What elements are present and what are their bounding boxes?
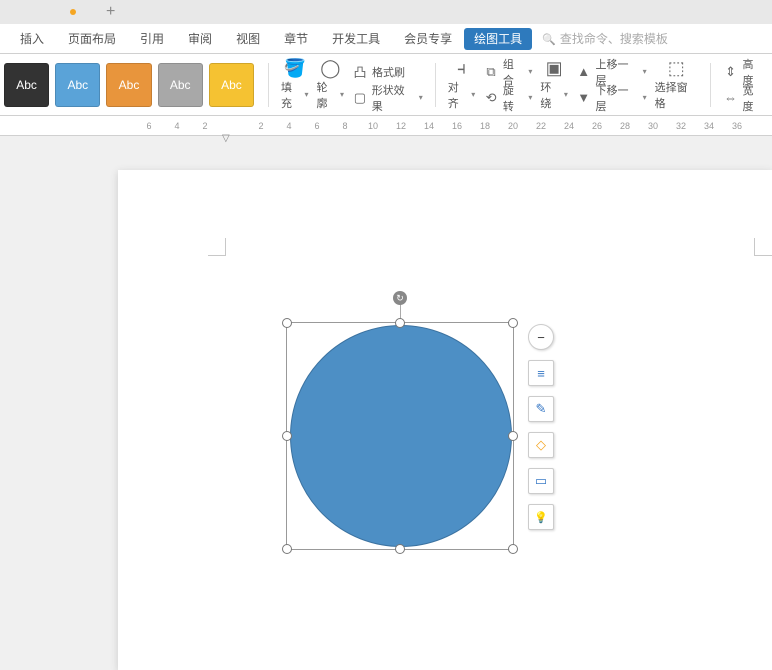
watermark: Baidu 經驗 jingyan.baidu.com [665, 578, 755, 626]
workspace[interactable]: ▽ ↻ − ≡ ✎ ◇ ▭ 💡 [0, 136, 772, 634]
float-edit-button[interactable]: ✎ [528, 396, 554, 422]
margin-corner-tr [754, 238, 772, 256]
separator [268, 63, 269, 107]
menu-chapter[interactable]: 章节 [272, 24, 320, 54]
width-field[interactable]: ⇔ 宽度 [723, 88, 764, 108]
shape-effects-button[interactable]: ▢ 形状效果▾ [352, 88, 423, 108]
resize-handle-mr[interactable] [508, 431, 518, 441]
wrap-icon: ▣ [546, 58, 563, 79]
separator [435, 63, 436, 107]
selection-pane-icon: ⬚ [668, 58, 685, 79]
separator [710, 63, 711, 107]
group-icon: ⧉ [483, 64, 499, 80]
menu-view[interactable]: 视图 [224, 24, 272, 54]
height-field[interactable]: ⇕ 高度 [723, 62, 764, 82]
unsaved-dot-icon [70, 9, 76, 15]
shape-style-blue[interactable]: Abc [55, 63, 100, 107]
float-tips-button[interactable]: 💡 [528, 504, 554, 530]
shape-style-gray[interactable]: Abc [158, 63, 203, 107]
align-button[interactable]: ⫞ 对齐▾ [444, 59, 480, 111]
group-button[interactable]: ⧉ 组合▾ [483, 62, 532, 82]
margin-corner-tl [208, 238, 226, 256]
outline-button[interactable]: ◯ 轮廓▾ [313, 59, 349, 111]
resize-handle-bc[interactable] [395, 544, 405, 554]
tab-bar: + [0, 0, 772, 24]
format-painter-button[interactable]: 凸 格式刷 [352, 62, 423, 82]
rotate-icon: ⟲ [483, 90, 499, 106]
outline-icon: ◯ [320, 58, 340, 79]
resize-handle-tl[interactable] [282, 318, 292, 328]
menu-page-layout[interactable]: 页面布局 [56, 24, 128, 54]
float-collapse-button[interactable]: − [528, 324, 554, 350]
width-icon: ⇔ [723, 90, 739, 105]
search-icon [542, 32, 556, 46]
selection-rectangle[interactable]: ↻ [286, 322, 514, 550]
send-backward-button[interactable]: ▼ 下移一层▾ [576, 88, 647, 108]
rotate-button[interactable]: ⟲ 旋转▾ [483, 88, 532, 108]
fill-button[interactable]: 🪣 填充▾ [277, 59, 313, 111]
float-outline-button[interactable]: ◇ [528, 432, 554, 458]
format-painter-icon: 凸 [352, 62, 368, 81]
menu-dev-tools[interactable]: 开发工具 [320, 24, 392, 54]
wrap-button[interactable]: ▣ 环绕▾ [536, 59, 572, 111]
horizontal-ruler[interactable]: 64224681012141618202224262830323436 [0, 116, 772, 136]
menu-insert[interactable]: 插入 [8, 24, 56, 54]
menu-drawing-tools[interactable]: 绘图工具 [464, 28, 532, 50]
menu-reference[interactable]: 引用 [128, 24, 176, 54]
float-shape-button[interactable]: ▭ [528, 468, 554, 494]
new-tab-button[interactable]: + [106, 3, 115, 21]
ribbon-toolbar: Abc Abc Abc Abc Abc 🪣 填充▾ ◯ 轮廓▾ 凸 格式刷 ▢ … [0, 54, 772, 116]
shape-style-dark[interactable]: Abc [4, 63, 49, 107]
align-icon: ⫞ [457, 58, 466, 79]
menu-bar: 插入 页面布局 引用 审阅 视图 章节 开发工具 会员专享 绘图工具 查找命令、… [0, 24, 772, 54]
float-layout-button[interactable]: ≡ [528, 360, 554, 386]
rotation-handle[interactable]: ↻ [393, 291, 407, 305]
bring-forward-button[interactable]: ▲ 上移一层▾ [576, 62, 647, 82]
resize-handle-br[interactable] [508, 544, 518, 554]
tab-marker-icon[interactable]: ▽ [222, 133, 232, 141]
resize-handle-ml[interactable] [282, 431, 292, 441]
resize-handle-tc[interactable] [395, 318, 405, 328]
menu-review[interactable]: 审阅 [176, 24, 224, 54]
resize-handle-bl[interactable] [282, 544, 292, 554]
height-icon: ⇕ [723, 64, 739, 80]
search-box[interactable]: 查找命令、搜索模板 [542, 30, 668, 47]
shape-style-orange[interactable]: Abc [106, 63, 151, 107]
shape-effects-icon: ▢ [352, 90, 368, 106]
shape-float-toolbar: − ≡ ✎ ◇ ▭ 💡 [528, 324, 556, 530]
search-placeholder: 查找命令、搜索模板 [560, 30, 668, 47]
menu-vip[interactable]: 会员专享 [392, 24, 464, 54]
send-backward-icon: ▼ [576, 90, 592, 105]
resize-handle-tr[interactable] [508, 318, 518, 328]
selection-pane-button[interactable]: ⬚ 选择窗格 [651, 59, 702, 111]
fill-icon: 🪣 [284, 58, 306, 79]
shape-style-yellow[interactable]: Abc [209, 63, 254, 107]
bring-forward-icon: ▲ [576, 64, 592, 79]
